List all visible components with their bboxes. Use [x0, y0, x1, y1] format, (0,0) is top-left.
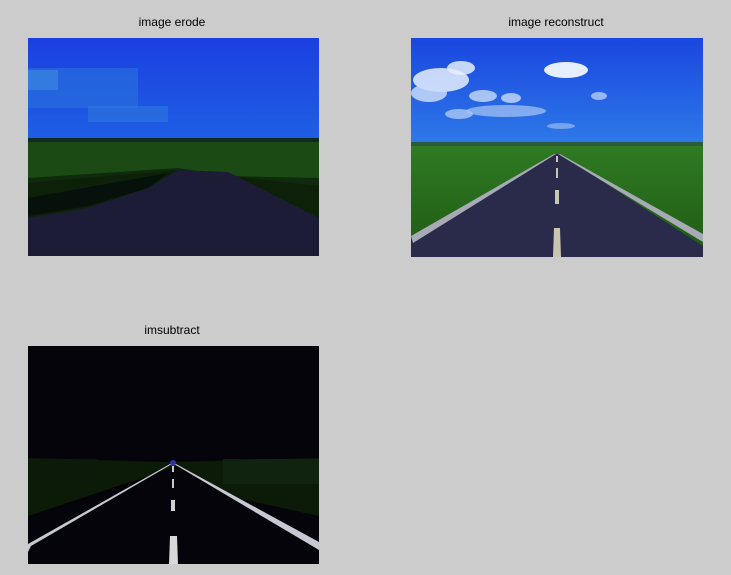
image-reconstruct-axes	[411, 38, 703, 257]
panel-title-image-reconstruct: image reconstruct	[508, 15, 604, 29]
panel-title-image-erode: image erode	[138, 15, 206, 29]
panel-title-imsubtract: imsubtract	[144, 323, 200, 337]
imsubtract-axes	[28, 346, 319, 564]
figure-window: image erode image reconstruct imsubtract	[0, 0, 731, 575]
image-erode-axes	[28, 38, 319, 256]
imsubtract-image	[28, 346, 319, 564]
image-erode-image	[28, 38, 319, 256]
image-reconstruct-image	[411, 38, 703, 257]
